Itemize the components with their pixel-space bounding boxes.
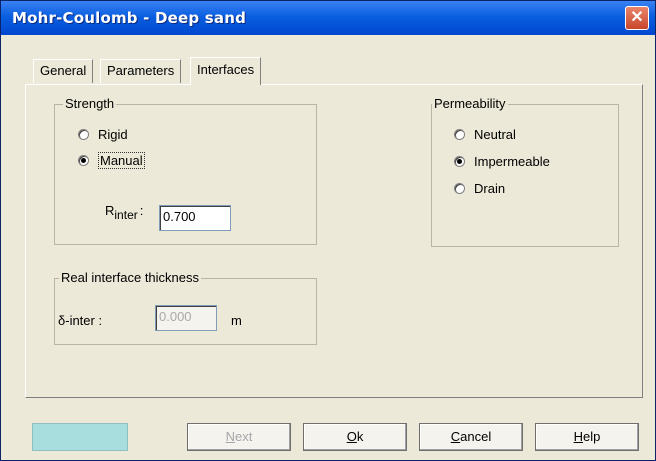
window-title: Mohr-Coulomb - Deep sand [12, 9, 247, 27]
radio-drain-button[interactable] [454, 183, 465, 194]
dialog-window: Mohr-Coulomb - Deep sand ✕ General Param… [0, 0, 656, 461]
permeability-group: Permeability Neutral Impermeable Drain [431, 96, 619, 247]
strength-group: Strength Rigid Manual Rinter: 0.700 [54, 96, 317, 245]
rinter-label: Rinter: [105, 203, 143, 222]
ok-button-mnemonic: O [346, 429, 357, 444]
radio-impermeable-button[interactable] [454, 156, 465, 167]
next-button-mnemonic: N [225, 429, 236, 444]
thickness-group-title: Real interface thickness [59, 270, 202, 285]
tab-general-label: General [40, 63, 87, 78]
help-button-mnemonic: H [573, 429, 584, 444]
rinter-label-colon: : [139, 203, 144, 218]
thickness-input[interactable]: 0.000 [155, 305, 217, 331]
delta-inter-label: δ-inter : [58, 313, 103, 328]
close-icon: ✕ [630, 9, 644, 26]
radio-rigid[interactable]: Rigid [78, 127, 128, 142]
strength-group-title: Strength [63, 96, 117, 111]
radio-neutral-button[interactable] [454, 129, 465, 140]
radio-rigid-label: Rigid [98, 127, 128, 142]
status-color-swatch [32, 423, 128, 451]
tab-interfaces[interactable]: Interfaces [190, 57, 262, 85]
ok-button[interactable]: Ok [303, 423, 407, 451]
radio-manual-button[interactable] [78, 155, 89, 166]
rinter-label-main: R [105, 203, 115, 218]
radio-rigid-button[interactable] [78, 129, 89, 140]
thickness-unit: m [231, 313, 242, 328]
cancel-button-label: ancel [460, 429, 492, 444]
radio-manual-label: Manual [98, 152, 145, 169]
radio-drain-label: Drain [474, 181, 506, 196]
cancel-button[interactable]: Cancel [419, 423, 523, 451]
title-bar[interactable]: Mohr-Coulomb - Deep sand ✕ [1, 1, 655, 35]
tab-general[interactable]: General [33, 59, 94, 83]
help-button[interactable]: Help [535, 423, 639, 451]
radio-drain[interactable]: Drain [454, 181, 505, 196]
radio-impermeable[interactable]: Impermeable [454, 154, 550, 169]
radio-neutral-label: Neutral [474, 127, 516, 142]
ok-button-label: k [356, 429, 364, 444]
tab-interfaces-label: Interfaces [197, 62, 255, 77]
rinter-label-sub: inter [114, 208, 138, 222]
thickness-group: Real interface thickness δ-inter : 0.000… [54, 270, 317, 345]
cancel-button-mnemonic: C [450, 429, 461, 444]
next-button[interactable]: Next [187, 423, 291, 451]
close-button[interactable]: ✕ [625, 6, 649, 30]
rinter-input[interactable]: 0.700 [159, 205, 231, 231]
permeability-group-title: Permeability [432, 96, 508, 111]
radio-impermeable-label: Impermeable [474, 154, 550, 169]
radio-manual[interactable]: Manual [78, 152, 145, 169]
help-button-label: elp [583, 429, 601, 444]
next-button-label: ext [235, 429, 253, 444]
tab-parameters[interactable]: Parameters [100, 59, 182, 83]
radio-neutral[interactable]: Neutral [454, 127, 516, 142]
tab-parameters-label: Parameters [107, 63, 175, 78]
